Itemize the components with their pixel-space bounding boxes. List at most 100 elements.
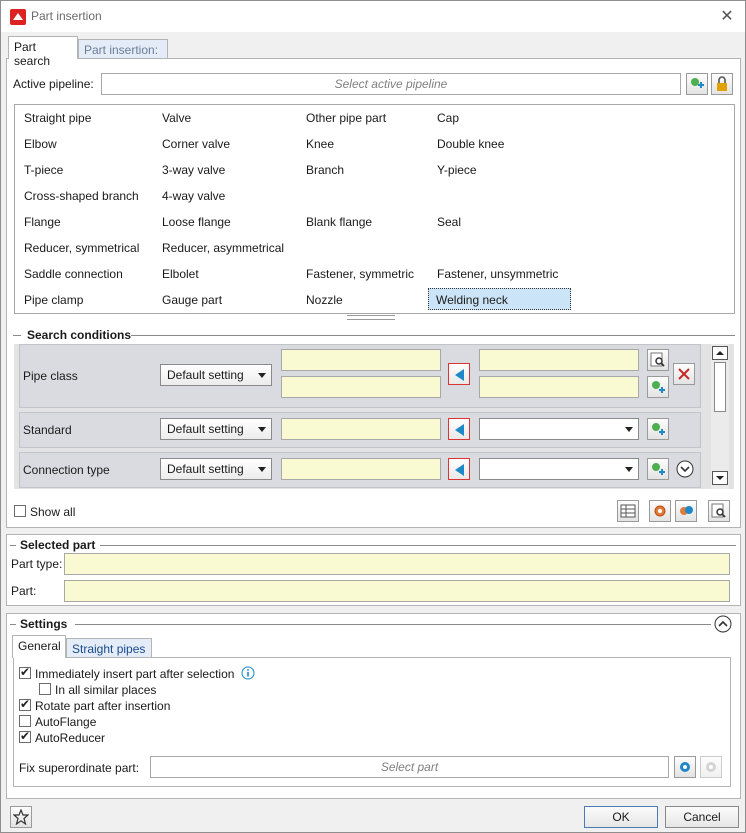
chevron-down-icon xyxy=(625,467,633,472)
cancel-button[interactable]: Cancel xyxy=(665,806,739,828)
autoreducer-label: AutoReducer xyxy=(35,731,106,745)
part-type-item[interactable]: Cap xyxy=(434,107,459,129)
pipe-class-result-field[interactable] xyxy=(479,376,639,398)
scroll-down-button[interactable] xyxy=(712,471,728,485)
autoreducer-checkbox[interactable] xyxy=(19,729,31,743)
splitter-handle[interactable] xyxy=(347,315,395,320)
chevron-down-icon xyxy=(716,476,724,480)
table-view-button[interactable] xyxy=(617,500,639,522)
part-type-item[interactable]: Blank flange xyxy=(303,211,372,233)
preview-part-button[interactable] xyxy=(708,500,730,522)
part-type-item[interactable]: Flange xyxy=(21,211,61,233)
show-all-checkbox[interactable] xyxy=(14,505,26,517)
part-type-item[interactable]: Elbow xyxy=(21,133,57,155)
info-icon[interactable] xyxy=(241,666,255,680)
part-type-item[interactable]: Seal xyxy=(434,211,461,233)
part-type-item[interactable]: Reducer, symmetrical xyxy=(21,237,139,259)
transfer-value-button[interactable] xyxy=(448,363,470,385)
close-icon[interactable]: ✕ xyxy=(717,7,737,27)
part-type-item[interactable]: Saddle connection xyxy=(21,263,123,285)
rotate-part-checkbox[interactable] xyxy=(19,697,31,711)
part-type-item[interactable]: Valve xyxy=(159,107,191,129)
standard-setting-select[interactable]: Default setting xyxy=(160,418,272,440)
part-type-item[interactable]: Reducer, asymmetrical xyxy=(159,237,284,259)
scroll-thumb[interactable] xyxy=(714,362,726,412)
part-type-item[interactable]: Fastener, symmetric xyxy=(303,263,414,285)
part-type-item[interactable]: Cross-shaped branch xyxy=(21,185,139,207)
active-pipeline-field[interactable]: Select active pipeline xyxy=(101,73,681,95)
chevron-down-icon xyxy=(625,427,633,432)
part-type-item[interactable]: Double knee xyxy=(434,133,504,155)
immediately-insert-checkbox[interactable] xyxy=(19,665,31,679)
gear-disabled-icon xyxy=(706,762,716,772)
tab-part-search[interactable]: Part search xyxy=(8,36,78,68)
add-condition-button[interactable] xyxy=(647,376,669,398)
part-type-item[interactable]: Loose flange xyxy=(159,211,231,233)
connection-type-result-select[interactable] xyxy=(479,458,639,480)
part-type-item[interactable]: Corner valve xyxy=(159,133,230,155)
pipe-class-value-field[interactable] xyxy=(281,349,441,371)
autoflange-checkbox[interactable] xyxy=(19,715,31,727)
group-divider xyxy=(131,335,735,336)
part-type-item[interactable]: 3-way valve xyxy=(159,159,225,181)
in-all-similar-places-label: In all similar places xyxy=(55,683,157,697)
scroll-up-button[interactable] xyxy=(712,346,728,360)
tab-part-insertion[interactable]: Part insertion: xyxy=(78,39,168,58)
collapse-circle-icon[interactable] xyxy=(714,615,732,633)
part-type-item[interactable]: Elbolet xyxy=(159,263,199,285)
tab-straight-pipes[interactable]: Straight pipes xyxy=(66,638,152,657)
lock-pipeline-button[interactable] xyxy=(711,73,733,95)
in-all-similar-places-checkbox[interactable] xyxy=(39,683,51,695)
add-condition-button[interactable] xyxy=(647,418,669,440)
part-type-item[interactable]: Gauge part xyxy=(159,289,222,311)
select-superordinate-button[interactable] xyxy=(674,756,696,778)
part-type-item[interactable]: Y-piece xyxy=(434,159,477,181)
part-type-item[interactable]: Branch xyxy=(303,159,344,181)
gear-multi-icon xyxy=(680,506,693,515)
general-settings-panel: Immediately insert part after selection … xyxy=(13,657,731,787)
part-type-item[interactable]: Pipe clamp xyxy=(21,289,83,311)
part-type-item[interactable]: Nozzle xyxy=(303,289,343,311)
rotate-part-label: Rotate part after insertion xyxy=(35,699,171,713)
clear-condition-button[interactable] xyxy=(673,363,695,385)
title-bar: Part insertion ✕ xyxy=(1,1,745,32)
part-type-item-selected[interactable]: Welding neck xyxy=(428,288,571,310)
tab-general[interactable]: General xyxy=(12,635,66,658)
fix-superordinate-field[interactable]: Select part xyxy=(150,756,669,778)
standard-result-select[interactable] xyxy=(479,418,639,440)
pipe-class-result-field[interactable] xyxy=(479,349,639,371)
expand-circle-icon[interactable] xyxy=(676,460,694,478)
connection-type-value-field[interactable] xyxy=(281,458,441,480)
connection-type-setting-select[interactable]: Default setting xyxy=(160,458,272,480)
search-part-button[interactable] xyxy=(649,500,671,522)
transfer-value-button[interactable] xyxy=(448,418,470,440)
group-divider xyxy=(10,545,16,546)
selected-part-header: Selected part xyxy=(20,538,96,552)
favorites-button[interactable] xyxy=(10,806,32,828)
condition-label: Pipe class xyxy=(23,369,78,383)
part-type-item[interactable]: Other pipe part xyxy=(303,107,386,129)
pick-pipeline-button[interactable] xyxy=(686,73,708,95)
part-type-item[interactable]: Knee xyxy=(303,133,334,155)
condition-label: Standard xyxy=(23,423,72,437)
search-all-parts-button[interactable] xyxy=(675,500,697,522)
pipe-class-value-field[interactable] xyxy=(281,376,441,398)
conditions-scrollbar[interactable] xyxy=(711,344,729,489)
add-condition-button[interactable] xyxy=(647,458,669,480)
condition-row-standard: Standard Default setting xyxy=(19,412,701,448)
app-logo-icon xyxy=(10,9,26,25)
standard-value-field[interactable] xyxy=(281,418,441,440)
ok-button[interactable]: OK xyxy=(584,806,658,828)
group-divider xyxy=(13,335,21,336)
part-field xyxy=(64,580,730,602)
condition-label: Connection type xyxy=(23,463,110,477)
clear-superordinate-button[interactable] xyxy=(700,756,722,778)
part-type-item[interactable]: 4-way valve xyxy=(159,185,225,207)
pipe-class-setting-select[interactable]: Default setting xyxy=(160,364,272,386)
preview-button[interactable] xyxy=(647,349,669,371)
part-type-item[interactable]: T-piece xyxy=(21,159,63,181)
part-type-item[interactable]: Fastener, unsymmetric xyxy=(434,263,558,285)
transfer-value-button[interactable] xyxy=(448,458,470,480)
part-type-item[interactable]: Straight pipe xyxy=(21,107,91,129)
group-divider xyxy=(100,545,736,546)
